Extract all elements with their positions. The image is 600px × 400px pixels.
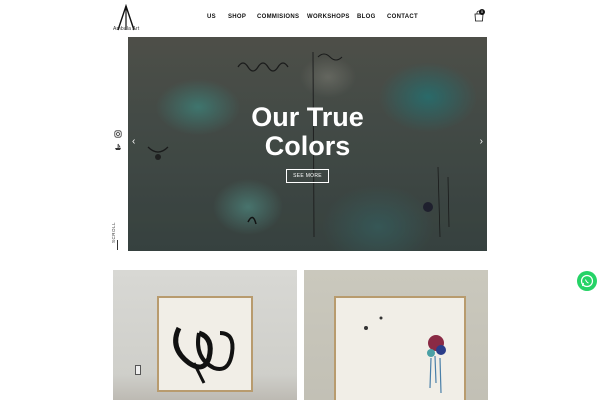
hero-title: Our True Colors	[128, 103, 487, 161]
whatsapp-icon[interactable]	[577, 271, 597, 291]
instagram-icon[interactable]	[114, 130, 122, 138]
nav-item-commisions[interactable]: COMMISIONS	[257, 14, 299, 20]
scroll-line	[117, 240, 118, 250]
wall-outlet	[135, 365, 141, 375]
hero-title-line1: Our True	[251, 102, 364, 132]
brand-name: Ambala Art	[113, 26, 140, 32]
gallery-card[interactable]	[113, 270, 297, 400]
boat-icon[interactable]	[114, 143, 122, 151]
hero-slider: Our True Colors SEE MORE ‹ ›	[128, 37, 487, 251]
nav-item-workshops[interactable]: WORKSHOPS	[307, 14, 350, 20]
nav-item-us[interactable]: US	[207, 14, 216, 20]
next-slide-icon[interactable]: ›	[480, 137, 483, 147]
whatsapp-glyph	[580, 274, 594, 288]
scroll-label: SCROLL	[111, 221, 117, 244]
nav-item-shop[interactable]: SHOP	[228, 14, 246, 20]
gallery-card[interactable]	[304, 270, 488, 400]
hero-title-line2: Colors	[264, 131, 351, 161]
painting-artwork	[364, 316, 446, 394]
nav-item-blog[interactable]: BLOG	[357, 14, 376, 20]
framed-painting	[334, 296, 466, 400]
scroll-indicator[interactable]: SCROLL	[111, 222, 125, 250]
painting-artwork	[173, 326, 235, 384]
cart-count-badge: 0	[479, 9, 485, 15]
page: Ambala Art US SHOP COMMISIONS WORKSHOPS …	[0, 0, 600, 400]
nav-item-contact[interactable]: CONTACT	[387, 14, 418, 20]
prev-slide-icon[interactable]: ‹	[132, 137, 135, 147]
framed-painting	[157, 296, 253, 392]
see-more-button[interactable]: SEE MORE	[286, 169, 329, 183]
